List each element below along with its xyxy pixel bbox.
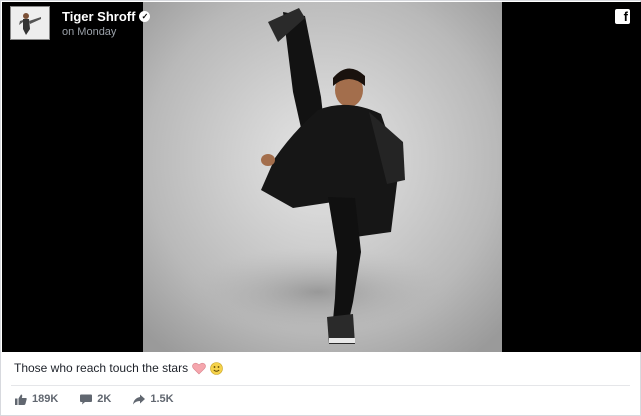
comment-count: 2K: [97, 393, 112, 405]
comment-icon: [80, 394, 93, 404]
like-count: 189K: [32, 393, 59, 405]
engagement-bar: 189K 2K 1.5K: [15, 393, 174, 405]
post-photo[interactable]: [143, 2, 502, 352]
author-name[interactable]: Tiger Shroff: [62, 9, 135, 24]
post-media[interactable]: Tiger Shroff ✓ on Monday f: [2, 2, 641, 352]
avatar-image: [11, 7, 49, 39]
author-block: Tiger Shroff ✓ on Monday: [62, 9, 151, 38]
heart-emoji-icon: [192, 362, 206, 374]
post-caption: Those who reach touch the stars: [14, 361, 223, 375]
photo-image: [143, 2, 502, 352]
verified-badge-icon: ✓: [139, 10, 151, 22]
thumbs-up-icon: [15, 394, 27, 405]
smiley-emoji-icon: [210, 361, 223, 375]
share-stat[interactable]: 1.5K: [133, 393, 174, 405]
like-stat[interactable]: 189K: [15, 393, 58, 405]
post-header: Tiger Shroff ✓ on Monday: [10, 6, 151, 40]
author-row: Tiger Shroff ✓: [62, 9, 151, 24]
post-timestamp[interactable]: on Monday: [62, 26, 150, 38]
share-count: 1.5K: [150, 393, 174, 405]
caption-text: Those who reach touch the stars: [14, 361, 189, 375]
share-arrow-icon: [133, 394, 146, 404]
facebook-logo-icon[interactable]: f: [615, 9, 630, 24]
post-card: Tiger Shroff ✓ on Monday f Those who rea…: [0, 0, 641, 416]
avatar[interactable]: [10, 6, 50, 40]
comment-stat[interactable]: 2K: [80, 393, 111, 405]
divider: [11, 385, 630, 386]
